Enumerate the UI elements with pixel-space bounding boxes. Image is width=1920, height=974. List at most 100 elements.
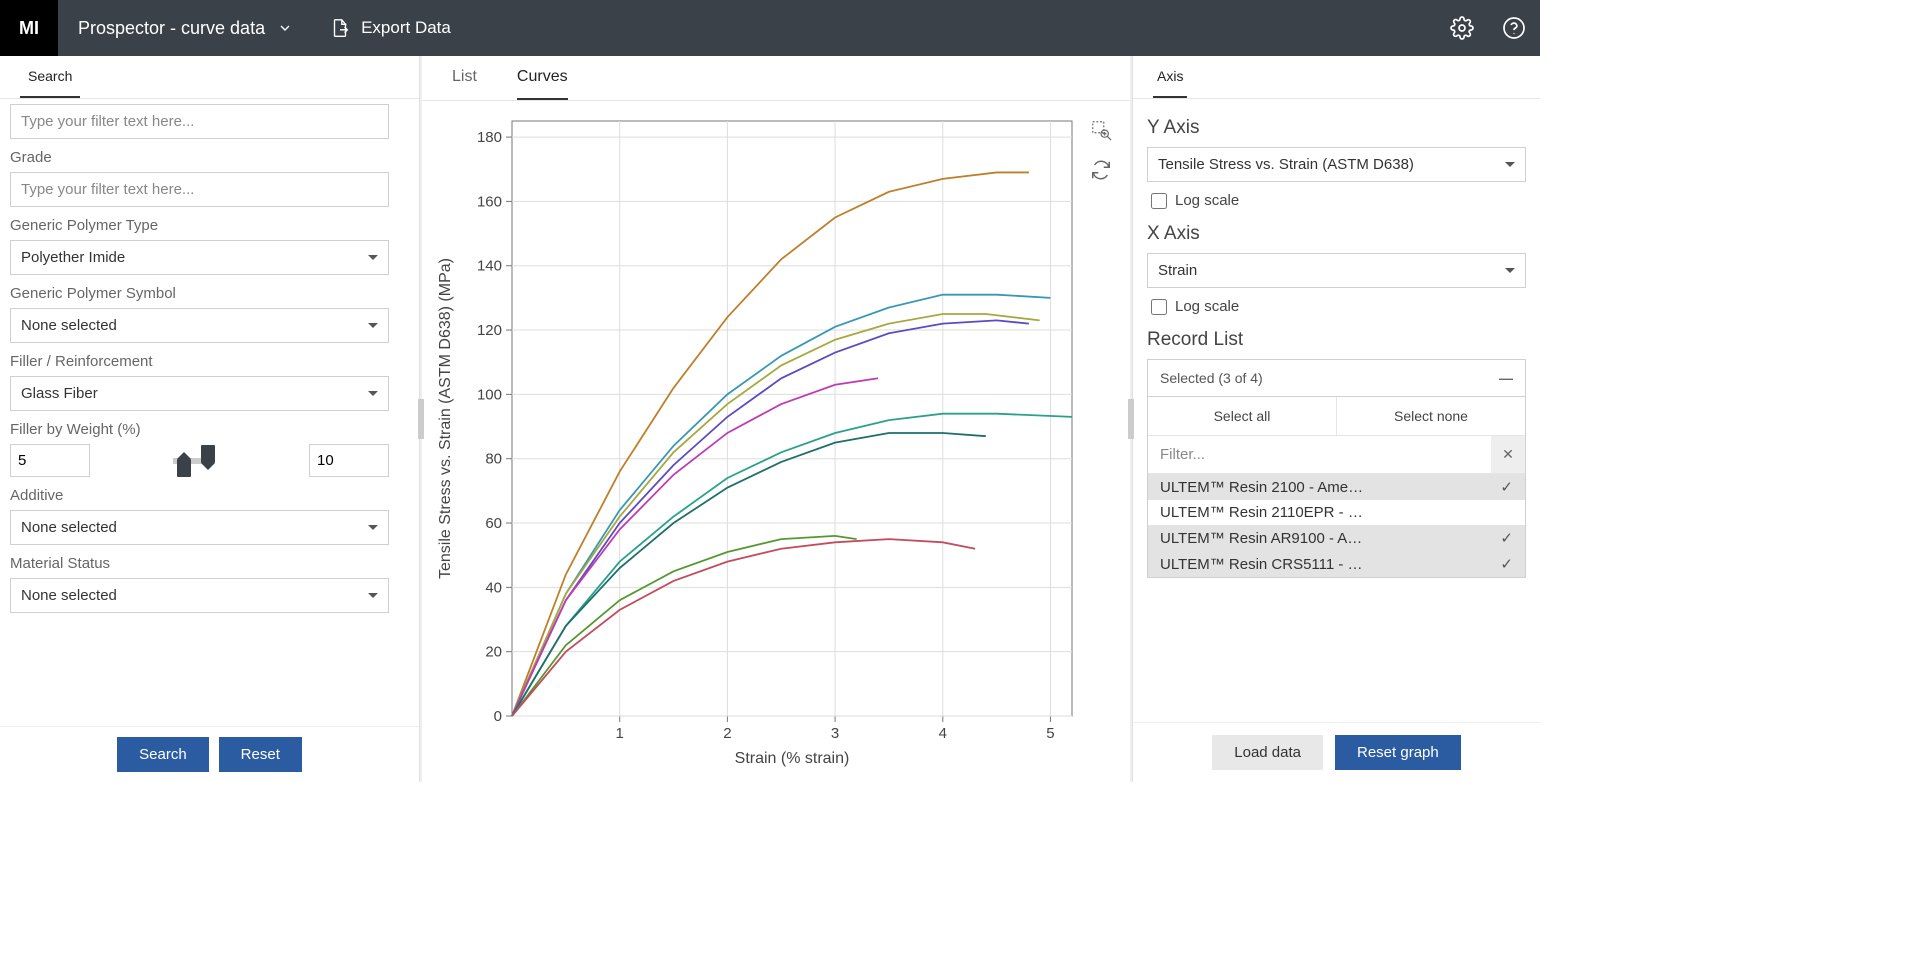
stress-strain-chart[interactable]: 12345020406080100120140160180Strain (% s… (432, 111, 1092, 771)
yaxis-select[interactable]: Tensile Stress vs. Strain (ASTM D638) (1147, 147, 1526, 182)
xaxis-log-label: Log scale (1175, 298, 1239, 315)
tab-search[interactable]: Search (20, 56, 80, 98)
fillerwt-slider[interactable] (105, 458, 294, 464)
help-icon (1502, 16, 1526, 40)
matstatus-select[interactable]: None selected (10, 578, 389, 613)
polysym-value: None selected (21, 317, 117, 334)
svg-text:4: 4 (939, 725, 947, 742)
tab-list[interactable]: List (452, 56, 477, 100)
svg-text:0: 0 (494, 708, 502, 725)
xaxis-log-checkbox[interactable]: Log scale (1151, 298, 1526, 315)
polytype-value: Polyether Imide (21, 249, 125, 266)
record-item[interactable]: ULTEM™ Resin CRS5111 - … ✓ (1148, 551, 1525, 577)
svg-text:40: 40 (485, 579, 502, 596)
caret-down-icon (1505, 162, 1515, 167)
right-panel: Axis Y Axis Tensile Stress vs. Strain (A… (1132, 56, 1540, 782)
export-data-button[interactable]: Export Data (313, 17, 467, 39)
caret-down-icon (368, 525, 378, 530)
clear-filter-button[interactable]: ✕ (1491, 436, 1525, 473)
caret-down-icon (368, 593, 378, 598)
xaxis-select[interactable]: Strain (1147, 253, 1526, 288)
filler-select[interactable]: Glass Fiber (10, 376, 389, 411)
workspace-title: Prospector - curve data (78, 18, 265, 39)
close-icon: ✕ (1502, 446, 1514, 463)
select-none-button[interactable]: Select none (1337, 397, 1525, 436)
workspace-dropdown[interactable]: Prospector - curve data (58, 18, 313, 39)
yaxis-title: Y Axis (1147, 117, 1526, 139)
reset-graph-button[interactable]: Reset graph (1335, 735, 1461, 770)
caret-down-icon (368, 255, 378, 260)
caret-down-icon (1505, 268, 1515, 273)
recordlist-collapse[interactable]: Selected (3 of 4) — (1147, 359, 1526, 397)
yaxis-log-checkbox[interactable]: Log scale (1151, 192, 1526, 209)
svg-text:140: 140 (477, 258, 502, 275)
slider-handle-min[interactable] (177, 459, 191, 477)
settings-button[interactable] (1436, 16, 1488, 40)
filter-sidebar: Search Grade Generic Polymer Type Polyet… (0, 56, 420, 782)
grade-input[interactable] (10, 172, 389, 207)
fillerwt-max-input[interactable] (309, 444, 389, 477)
caret-down-icon (368, 391, 378, 396)
record-list[interactable]: ULTEM™ Resin 2100 - Ame…✓ULTEM™ Resin 21… (1148, 474, 1525, 577)
export-icon (329, 17, 351, 39)
tab-curves[interactable]: Curves (517, 56, 568, 100)
matstatus-value: None selected (21, 587, 117, 604)
record-item-label: ULTEM™ Resin 2110EPR - … (1160, 504, 1363, 521)
check-icon: ✓ (1500, 478, 1513, 496)
svg-text:1: 1 (616, 725, 624, 742)
fillerwt-min-input[interactable] (10, 444, 90, 477)
slider-handle-max[interactable] (201, 445, 215, 463)
matstatus-label: Material Status (10, 555, 409, 572)
recordlist-title: Record List (1147, 329, 1526, 351)
polytype-select[interactable]: Polyether Imide (10, 240, 389, 275)
record-item[interactable]: ULTEM™ Resin 2100 - Ame… ✓ (1148, 474, 1525, 500)
additive-label: Additive (10, 487, 409, 504)
filters-scroll[interactable]: Grade Generic Polymer Type Polyether Imi… (0, 99, 419, 726)
svg-text:80: 80 (485, 451, 502, 468)
filter-text-top[interactable] (10, 104, 389, 139)
center-panel: List Curves 1234502040608010012014016018… (422, 56, 1130, 782)
caret-down-icon (368, 323, 378, 328)
fillerwt-label: Filler by Weight (%) (10, 421, 409, 438)
gear-icon (1450, 16, 1474, 40)
selected-count: Selected (3 of 4) (1160, 370, 1263, 386)
chart-area: 12345020406080100120140160180Strain (% s… (422, 101, 1130, 782)
svg-text:60: 60 (485, 515, 502, 532)
filler-value: Glass Fiber (21, 385, 98, 402)
record-item-label: ULTEM™ Resin 2100 - Ame… (1160, 479, 1363, 496)
refresh-icon[interactable] (1090, 159, 1112, 181)
polysym-select[interactable]: None selected (10, 308, 389, 343)
zoom-select-icon[interactable] (1090, 119, 1112, 141)
svg-text:2: 2 (723, 725, 731, 742)
select-all-button[interactable]: Select all (1148, 397, 1337, 436)
chevron-down-icon (277, 20, 293, 36)
record-item[interactable]: ULTEM™ Resin 2110EPR - … (1148, 500, 1525, 525)
yaxis-value: Tensile Stress vs. Strain (ASTM D638) (1158, 156, 1414, 173)
header: MI Prospector - curve data Export Data (0, 0, 1540, 56)
splitter-right[interactable] (1130, 56, 1132, 782)
record-filter-input[interactable] (1148, 436, 1491, 473)
yaxis-log-input[interactable] (1151, 193, 1167, 209)
additive-value: None selected (21, 519, 117, 536)
check-icon: ✓ (1500, 555, 1513, 573)
tab-axis[interactable]: Axis (1153, 56, 1187, 98)
record-item[interactable]: ULTEM™ Resin AR9100 - A…✓ (1148, 525, 1525, 551)
help-button[interactable] (1488, 16, 1540, 40)
svg-text:5: 5 (1046, 725, 1054, 742)
minus-icon: — (1499, 370, 1513, 386)
svg-text:Tensile Stress vs. Strain (AST: Tensile Stress vs. Strain (ASTM D638) (M… (437, 258, 454, 579)
svg-text:120: 120 (477, 322, 502, 339)
reset-button[interactable]: Reset (219, 737, 302, 772)
record-item-label: ULTEM™ Resin CRS5111 - … (1160, 556, 1363, 573)
additive-select[interactable]: None selected (10, 510, 389, 545)
filler-label: Filler / Reinforcement (10, 353, 409, 370)
xaxis-log-input[interactable] (1151, 299, 1167, 315)
right-scroll[interactable]: Y Axis Tensile Stress vs. Strain (ASTM D… (1133, 99, 1540, 722)
load-data-button[interactable]: Load data (1212, 735, 1323, 770)
svg-text:20: 20 (485, 644, 502, 661)
xaxis-title: X Axis (1147, 223, 1526, 245)
svg-text:3: 3 (831, 725, 839, 742)
svg-text:Strain (% strain): Strain (% strain) (735, 750, 850, 767)
search-button[interactable]: Search (117, 737, 209, 772)
svg-text:180: 180 (477, 129, 502, 146)
